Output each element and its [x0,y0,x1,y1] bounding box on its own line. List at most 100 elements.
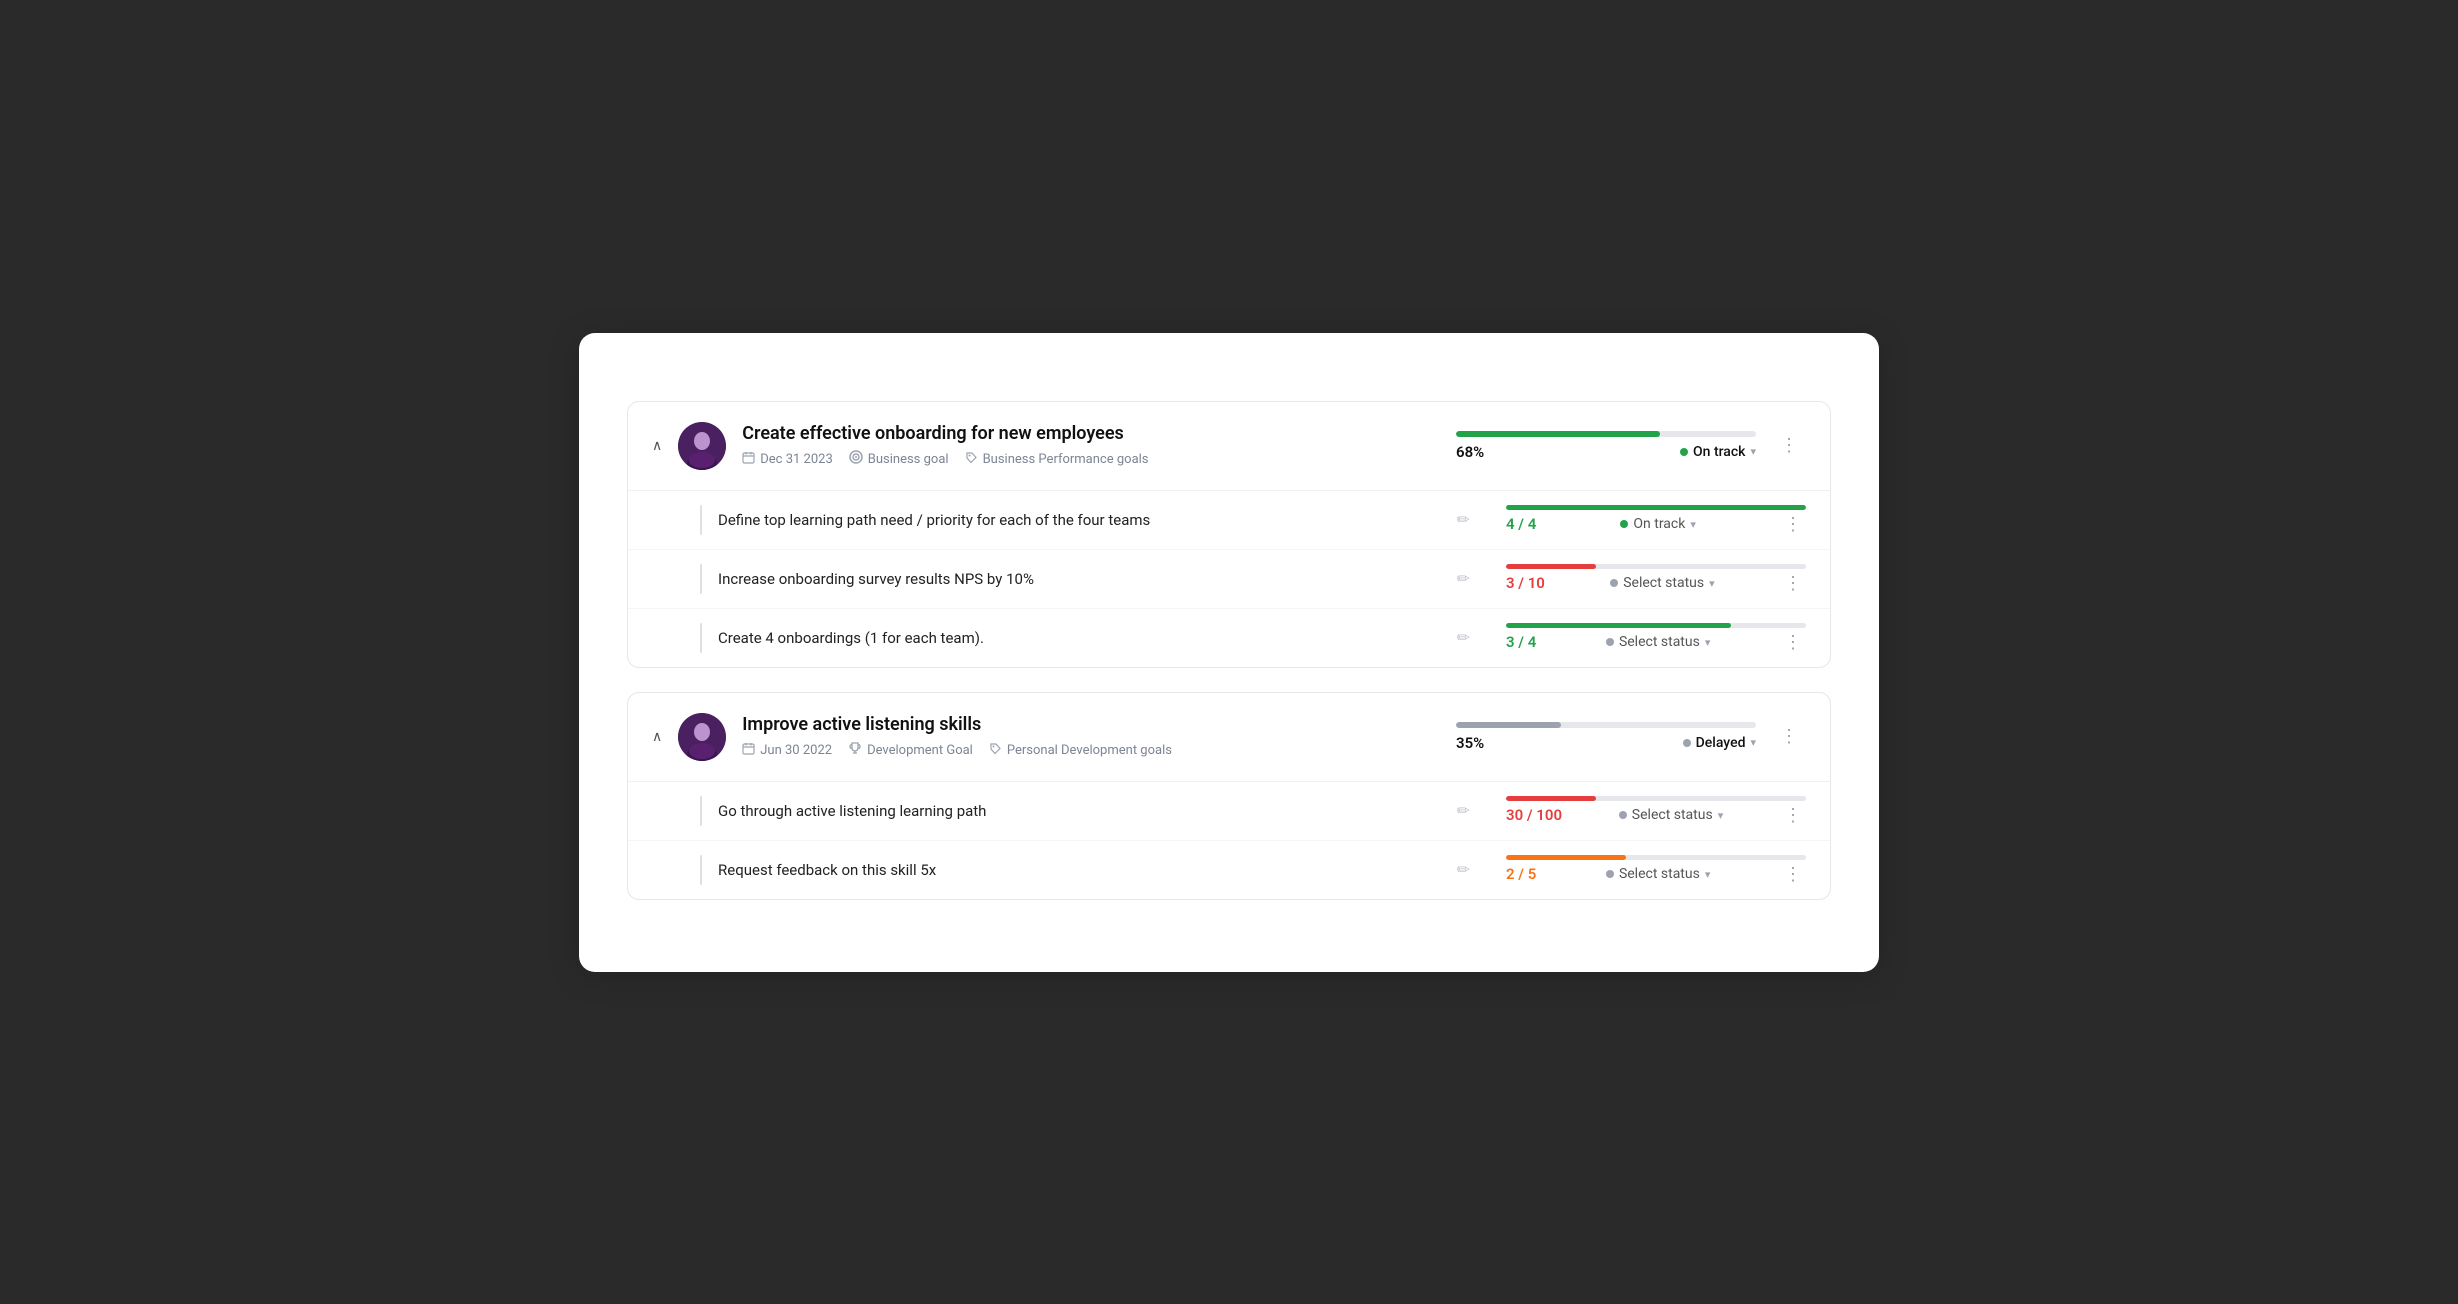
chevron-down-icon: ▾ [1705,636,1711,649]
kr-progress: 4 / 4 On track ▾ ⋮ [1486,505,1806,535]
kr-status-dot [1620,520,1628,528]
goal-progress-pct: 35% [1456,734,1484,752]
goal-tag-label: Business Performance goals [983,452,1149,467]
goal-card-2: ∧ Improve active listening skills Jun 30… [627,692,1831,900]
goal-date-label: Jun 30 2022 [760,743,832,758]
kr-status[interactable]: Select status ▾ [1606,866,1710,882]
goal-title: Create effective onboarding for new empl… [742,423,1420,444]
kr-more-menu[interactable]: ⋮ [1780,632,1806,653]
goal-progress: 35% Delayed ▾ [1436,722,1756,752]
kr-more-menu[interactable]: ⋮ [1780,514,1806,535]
goal-status-dot [1680,448,1688,456]
kr-fraction: 4 / 4 [1506,515,1536,533]
kr-progress-info: 3 / 4 Select status ▾ ⋮ [1506,632,1806,653]
kr-status-dot [1606,638,1614,646]
goal-meta: Jun 30 2022 Development Goal Personal De… [742,741,1420,759]
chevron-down-icon: ▾ [1690,518,1696,531]
collapse-chevron[interactable]: ∧ [652,438,662,454]
kr-edit-icon[interactable]: ✏ [1457,510,1470,529]
kr-edit-icon[interactable]: ✏ [1457,569,1470,588]
kr-status-label: On track [1633,516,1685,532]
kr-indent [700,505,702,535]
kr-progress-info: 4 / 4 On track ▾ ⋮ [1506,514,1806,535]
kr-status[interactable]: On track ▾ [1620,516,1695,532]
goal-type: Business goal [849,450,949,468]
kr-label: Request feedback on this skill 5x [718,861,1441,879]
goal-type-label: Development Goal [867,743,973,758]
kr-label: Define top learning path need / priority… [718,511,1441,529]
kr-progress-fill [1506,623,1731,628]
kr-edit-icon[interactable]: ✏ [1457,628,1470,647]
goal-progress-bar [1456,431,1756,437]
goal-type-icon [848,741,862,759]
goal-date-label: Dec 31 2023 [760,452,833,467]
kr-status[interactable]: Select status ▾ [1606,634,1710,650]
kr-status-label: Select status [1619,634,1700,650]
kr-progress-bar [1506,505,1806,510]
kr-fraction: 3 / 10 [1506,574,1545,592]
key-results-2: Go through active listening learning pat… [628,781,1830,899]
chevron-down-icon: ▾ [1750,736,1756,749]
kr-row-1-3: Create 4 onboardings (1 for each team). … [628,609,1830,667]
goal-status-dot [1683,739,1691,747]
goal-status-label: On track [1693,444,1745,460]
kr-status[interactable]: Select status ▾ [1619,807,1723,823]
goal-tag-label: Personal Development goals [1007,743,1172,758]
key-results-1: Define top learning path need / priority… [628,490,1830,667]
page-container: ∧ Create effective onboarding for new em… [579,333,1879,972]
kr-progress-info: 3 / 10 Select status ▾ ⋮ [1506,573,1806,594]
kr-more-menu[interactable]: ⋮ [1780,805,1806,826]
kr-label: Go through active listening learning pat… [718,802,1441,820]
chevron-down-icon: ▾ [1705,868,1711,881]
kr-status-dot [1619,811,1627,819]
goal-info: Improve active listening skills Jun 30 2… [742,714,1420,759]
kr-progress-bar [1506,796,1806,801]
kr-label: Create 4 onboardings (1 for each team). [718,629,1441,647]
kr-progress: 2 / 5 Select status ▾ ⋮ [1486,855,1806,885]
goal-more-menu[interactable]: ⋮ [1772,722,1806,751]
kr-status-label: Select status [1632,807,1713,823]
kr-indent [700,564,702,594]
calendar-icon [742,451,755,468]
goal-tag: Personal Development goals [989,742,1172,759]
goal-type-label: Business goal [868,452,949,467]
kr-status-dot [1610,579,1618,587]
chevron-down-icon: ▾ [1709,577,1715,590]
kr-more-menu[interactable]: ⋮ [1780,864,1806,885]
avatar [678,713,726,761]
goal-title: Improve active listening skills [742,714,1420,735]
kr-more-menu[interactable]: ⋮ [1780,573,1806,594]
kr-status-label: Select status [1623,575,1704,591]
goal-progress-fill [1456,722,1561,728]
kr-edit-icon[interactable]: ✏ [1457,801,1470,820]
kr-status[interactable]: Select status ▾ [1610,575,1714,591]
goal-card-1: ∧ Create effective onboarding for new em… [627,401,1831,668]
collapse-chevron[interactable]: ∧ [652,729,662,745]
kr-progress: 3 / 10 Select status ▾ ⋮ [1486,564,1806,594]
kr-status-label: Select status [1619,866,1700,882]
goals-list: ∧ Create effective onboarding for new em… [627,401,1831,900]
goal-header-2: ∧ Improve active listening skills Jun 30… [628,693,1830,781]
kr-row-2-1: Go through active listening learning pat… [628,782,1830,841]
kr-indent [700,855,702,885]
goal-more-menu[interactable]: ⋮ [1772,431,1806,460]
kr-edit-icon[interactable]: ✏ [1457,860,1470,879]
goal-status[interactable]: Delayed ▾ [1683,735,1756,751]
goal-status[interactable]: On track ▾ [1680,444,1756,460]
chevron-down-icon: ▾ [1750,445,1756,458]
goal-date: Jun 30 2022 [742,742,832,759]
kr-indent [700,623,702,653]
goal-info: Create effective onboarding for new empl… [742,423,1420,468]
chevron-down-icon: ▾ [1718,809,1724,822]
kr-progress: 3 / 4 Select status ▾ ⋮ [1486,623,1806,653]
kr-label: Increase onboarding survey results NPS b… [718,570,1441,588]
kr-row-1-2: Increase onboarding survey results NPS b… [628,550,1830,609]
kr-fraction: 30 / 100 [1506,806,1562,824]
kr-fraction: 3 / 4 [1506,633,1536,651]
kr-row-1-1: Define top learning path need / priority… [628,491,1830,550]
goal-progress-pct: 68% [1456,443,1484,461]
calendar-icon [742,742,755,759]
avatar [678,422,726,470]
kr-progress-fill [1506,855,1626,860]
goal-header-1: ∧ Create effective onboarding for new em… [628,402,1830,490]
